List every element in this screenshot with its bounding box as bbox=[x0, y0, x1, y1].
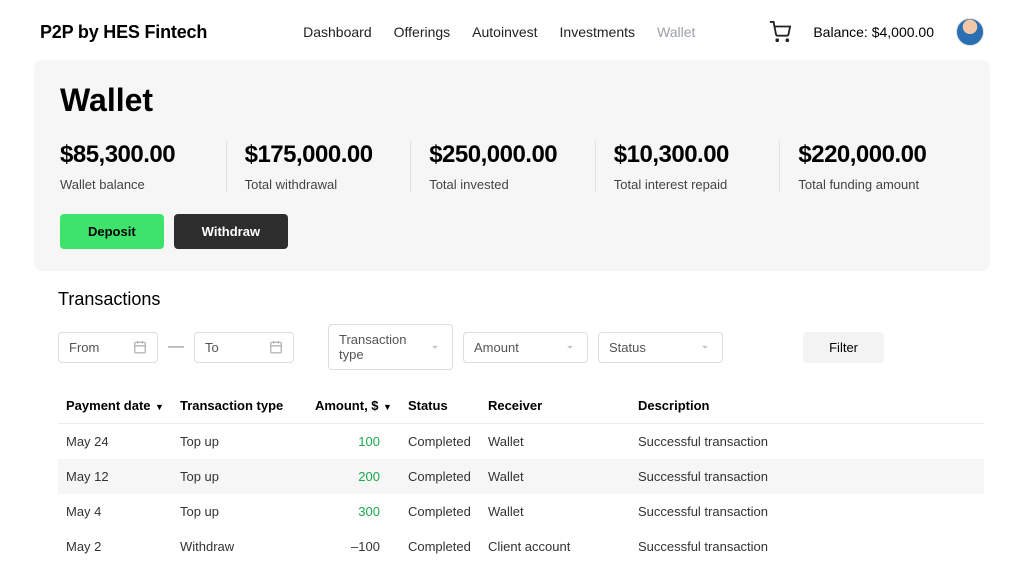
stat-label: Total invested bbox=[429, 177, 577, 192]
cell-description: Successful transaction bbox=[630, 424, 984, 460]
cell-status: Completed bbox=[400, 459, 480, 494]
cell-status: Completed bbox=[400, 494, 480, 529]
col-status: Status bbox=[400, 388, 480, 424]
cell-receiver: Client account bbox=[480, 529, 630, 564]
table-row[interactable]: May 4Top up300CompletedWalletSuccessful … bbox=[58, 494, 984, 529]
cell-status: Completed bbox=[400, 424, 480, 460]
cell-receiver: Wallet bbox=[480, 424, 630, 460]
stat-label: Total withdrawal bbox=[245, 177, 393, 192]
cart-icon[interactable] bbox=[769, 21, 791, 43]
transactions-title: Transactions bbox=[58, 289, 984, 310]
stat-value: $250,000.00 bbox=[429, 141, 577, 169]
cell-type: Withdraw bbox=[172, 529, 307, 564]
to-date-input[interactable]: To bbox=[194, 332, 294, 363]
withdraw-button[interactable]: Withdraw bbox=[174, 214, 288, 249]
app-frame: P2P by HES Fintech Dashboard Offerings A… bbox=[0, 0, 1024, 569]
page-title: Wallet bbox=[60, 82, 964, 119]
brand-logo: P2P by HES Fintech bbox=[40, 22, 207, 43]
filter-button[interactable]: Filter bbox=[803, 332, 884, 363]
nav-investments[interactable]: Investments bbox=[560, 24, 635, 40]
cell-status: Completed bbox=[400, 529, 480, 564]
cell-type: Top up bbox=[172, 459, 307, 494]
header-right: Balance: $4,000.00 bbox=[769, 18, 984, 46]
stat-invested: $250,000.00 Total invested bbox=[411, 141, 596, 192]
nav-offerings[interactable]: Offerings bbox=[394, 24, 451, 40]
transaction-type-select[interactable]: Transaction type bbox=[328, 324, 453, 370]
cell-date: May 4 bbox=[58, 494, 172, 529]
deposit-button[interactable]: Deposit bbox=[60, 214, 164, 249]
nav-dashboard[interactable]: Dashboard bbox=[303, 24, 372, 40]
col-transaction-type: Transaction type bbox=[172, 388, 307, 424]
cell-date: May 12 bbox=[58, 459, 172, 494]
date-range-separator: — bbox=[168, 338, 184, 356]
col-receiver: Receiver bbox=[480, 388, 630, 424]
col-amount[interactable]: Amount, $ ▼ bbox=[307, 388, 400, 424]
sort-desc-icon: ▼ bbox=[381, 402, 392, 412]
cell-description: Successful transaction bbox=[630, 529, 984, 564]
table-row[interactable]: May 2Withdraw–100CompletedClient account… bbox=[58, 529, 984, 564]
cell-amount: –100 bbox=[307, 529, 400, 564]
table-header-row: Payment date ▼ Transaction type Amount, … bbox=[58, 388, 984, 424]
stat-value: $10,300.00 bbox=[614, 141, 762, 169]
cell-amount: 300 bbox=[307, 494, 400, 529]
balance-text: Balance: $4,000.00 bbox=[813, 24, 934, 40]
top-bar: P2P by HES Fintech Dashboard Offerings A… bbox=[0, 0, 1024, 60]
status-select[interactable]: Status bbox=[598, 332, 723, 363]
from-date-input[interactable]: From bbox=[58, 332, 158, 363]
table-row[interactable]: May 12Top up200CompletedWalletSuccessful… bbox=[58, 459, 984, 494]
select-label: Amount bbox=[474, 340, 519, 355]
chevron-down-icon bbox=[563, 340, 577, 354]
cell-date: May 24 bbox=[58, 424, 172, 460]
amount-select[interactable]: Amount bbox=[463, 332, 588, 363]
col-description: Description bbox=[630, 388, 984, 424]
calendar-icon bbox=[133, 340, 147, 354]
avatar[interactable] bbox=[956, 18, 984, 46]
chevron-down-icon bbox=[698, 340, 712, 354]
stat-value: $220,000.00 bbox=[798, 141, 946, 169]
stat-balance: $85,300.00 Wallet balance bbox=[60, 141, 227, 192]
cell-date: May 2 bbox=[58, 529, 172, 564]
filter-row: From — To Transaction type Amount Status bbox=[58, 324, 984, 370]
stat-interest: $10,300.00 Total interest repaid bbox=[596, 141, 781, 192]
cell-description: Successful transaction bbox=[630, 494, 984, 529]
cell-receiver: Wallet bbox=[480, 459, 630, 494]
wallet-actions: Deposit Withdraw bbox=[60, 214, 964, 249]
stat-label: Total interest repaid bbox=[614, 177, 762, 192]
stat-value: $175,000.00 bbox=[245, 141, 393, 169]
transactions-section: Transactions From — To Transaction type … bbox=[0, 271, 1024, 564]
col-payment-date[interactable]: Payment date ▼ bbox=[58, 388, 172, 424]
select-label: Transaction type bbox=[339, 332, 422, 362]
stats-row: $85,300.00 Wallet balance $175,000.00 To… bbox=[60, 141, 964, 192]
cell-description: Successful transaction bbox=[630, 459, 984, 494]
wallet-panel: Wallet $85,300.00 Wallet balance $175,00… bbox=[34, 60, 990, 271]
chevron-down-icon bbox=[428, 340, 442, 354]
nav-wallet[interactable]: Wallet bbox=[657, 24, 695, 40]
nav-autoinvest[interactable]: Autoinvest bbox=[472, 24, 537, 40]
transactions-table: Payment date ▼ Transaction type Amount, … bbox=[58, 388, 984, 564]
select-label: Status bbox=[609, 340, 646, 355]
cell-receiver: Wallet bbox=[480, 494, 630, 529]
sort-desc-icon: ▼ bbox=[153, 402, 164, 412]
main-nav: Dashboard Offerings Autoinvest Investmen… bbox=[303, 24, 695, 40]
calendar-icon bbox=[269, 340, 283, 354]
to-placeholder: To bbox=[205, 340, 219, 355]
from-placeholder: From bbox=[69, 340, 99, 355]
cell-type: Top up bbox=[172, 424, 307, 460]
stat-label: Total funding amount bbox=[798, 177, 946, 192]
stat-value: $85,300.00 bbox=[60, 141, 208, 169]
table-row[interactable]: May 24Top up100CompletedWalletSuccessful… bbox=[58, 424, 984, 460]
cell-amount: 200 bbox=[307, 459, 400, 494]
stat-withdrawal: $175,000.00 Total withdrawal bbox=[227, 141, 412, 192]
cell-type: Top up bbox=[172, 494, 307, 529]
cell-amount: 100 bbox=[307, 424, 400, 460]
stat-funding: $220,000.00 Total funding amount bbox=[780, 141, 964, 192]
stat-label: Wallet balance bbox=[60, 177, 208, 192]
